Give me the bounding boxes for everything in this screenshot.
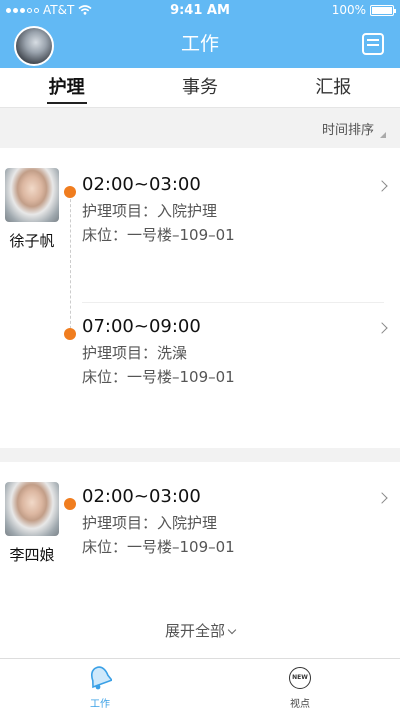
tab-report[interactable]: 汇报 — [267, 68, 400, 107]
bottom-tab-bar: 工作 NEW 视点 — [0, 658, 400, 710]
bottom-tab-work[interactable]: 工作 — [0, 659, 200, 710]
entry-item: 护理项目：入院护理 — [82, 514, 218, 532]
care-entry[interactable]: 02:00~03:00 护理项目：入院护理 床位：一号楼–109–01 — [64, 486, 400, 566]
bottom-tab-label: 工作 — [90, 699, 110, 710]
sort-triangle-icon — [380, 132, 386, 138]
sort-row: 时间排序 — [0, 110, 400, 146]
entry-time: 02:00~03:00 — [82, 174, 201, 195]
chevron-right-icon — [376, 180, 388, 192]
care-entry[interactable]: 07:00~09:00 护理项目：洗澡 床位：一号楼–109–01 — [64, 316, 400, 396]
entry-bed: 床位：一号楼–109–01 — [82, 368, 235, 386]
chevron-right-icon — [376, 322, 388, 334]
patient-card: 徐子帆 02:00~03:00 护理项目：入院护理 床位：一号楼–109–01 … — [0, 148, 400, 448]
patient-info[interactable]: 徐子帆 — [4, 168, 60, 251]
timeline-dot — [64, 186, 76, 198]
expand-all-button[interactable]: 展开全部 — [0, 620, 400, 641]
timeline-dot — [64, 498, 76, 510]
notebook-icon[interactable] — [362, 33, 384, 55]
timeline-dot — [64, 328, 76, 340]
entry-bed: 床位：一号楼–109–01 — [82, 538, 235, 556]
patient-card: 李四娘 02:00~03:00 护理项目：入院护理 床位：一号楼–109–01 … — [0, 462, 400, 658]
patient-name: 李四娘 — [9, 546, 55, 564]
patient-photo — [5, 482, 59, 536]
care-entry[interactable]: 02:00~03:00 护理项目：入院护理 床位：一号楼–109–01 — [64, 174, 400, 254]
bottom-tab-label: 视点 — [290, 699, 310, 710]
signal-icon — [6, 7, 39, 13]
divider — [82, 302, 384, 303]
segment-tabs: 护理 事务 汇报 — [0, 68, 400, 108]
tab-affairs[interactable]: 事务 — [133, 68, 266, 107]
status-time: 9:41 AM — [170, 2, 230, 18]
bottom-tab-viewpoint[interactable]: NEW 视点 — [200, 659, 400, 710]
status-right: 100% — [244, 3, 396, 17]
chevron-right-icon — [376, 492, 388, 504]
carrier-label: AT&T — [43, 3, 75, 17]
wifi-icon — [78, 5, 92, 15]
sort-by-time-button[interactable]: 时间排序 — [322, 119, 374, 138]
nav-bar: 工作 — [0, 20, 400, 68]
page-title: 工作 — [180, 33, 219, 55]
entry-time: 07:00~09:00 — [82, 316, 201, 337]
chevron-down-icon — [227, 625, 237, 635]
entry-item: 护理项目：入院护理 — [82, 202, 218, 220]
patient-name: 徐子帆 — [9, 232, 55, 250]
status-left: AT&T — [6, 3, 156, 17]
entry-bed: 床位：一号楼–109–01 — [82, 226, 235, 244]
patient-info[interactable]: 李四娘 — [4, 482, 60, 565]
entry-time: 02:00~03:00 — [82, 486, 201, 507]
battery-icon — [370, 4, 396, 16]
expand-all-label: 展开全部 — [164, 622, 225, 640]
status-bar: AT&T 9:41 AM 100% — [0, 0, 400, 20]
bell-icon — [90, 666, 112, 690]
entry-item: 护理项目：洗澡 — [82, 344, 188, 362]
battery-percent: 100% — [331, 3, 366, 17]
patient-photo — [5, 168, 59, 222]
new-badge-icon: NEW — [289, 667, 311, 689]
tab-nursing[interactable]: 护理 — [0, 68, 133, 107]
